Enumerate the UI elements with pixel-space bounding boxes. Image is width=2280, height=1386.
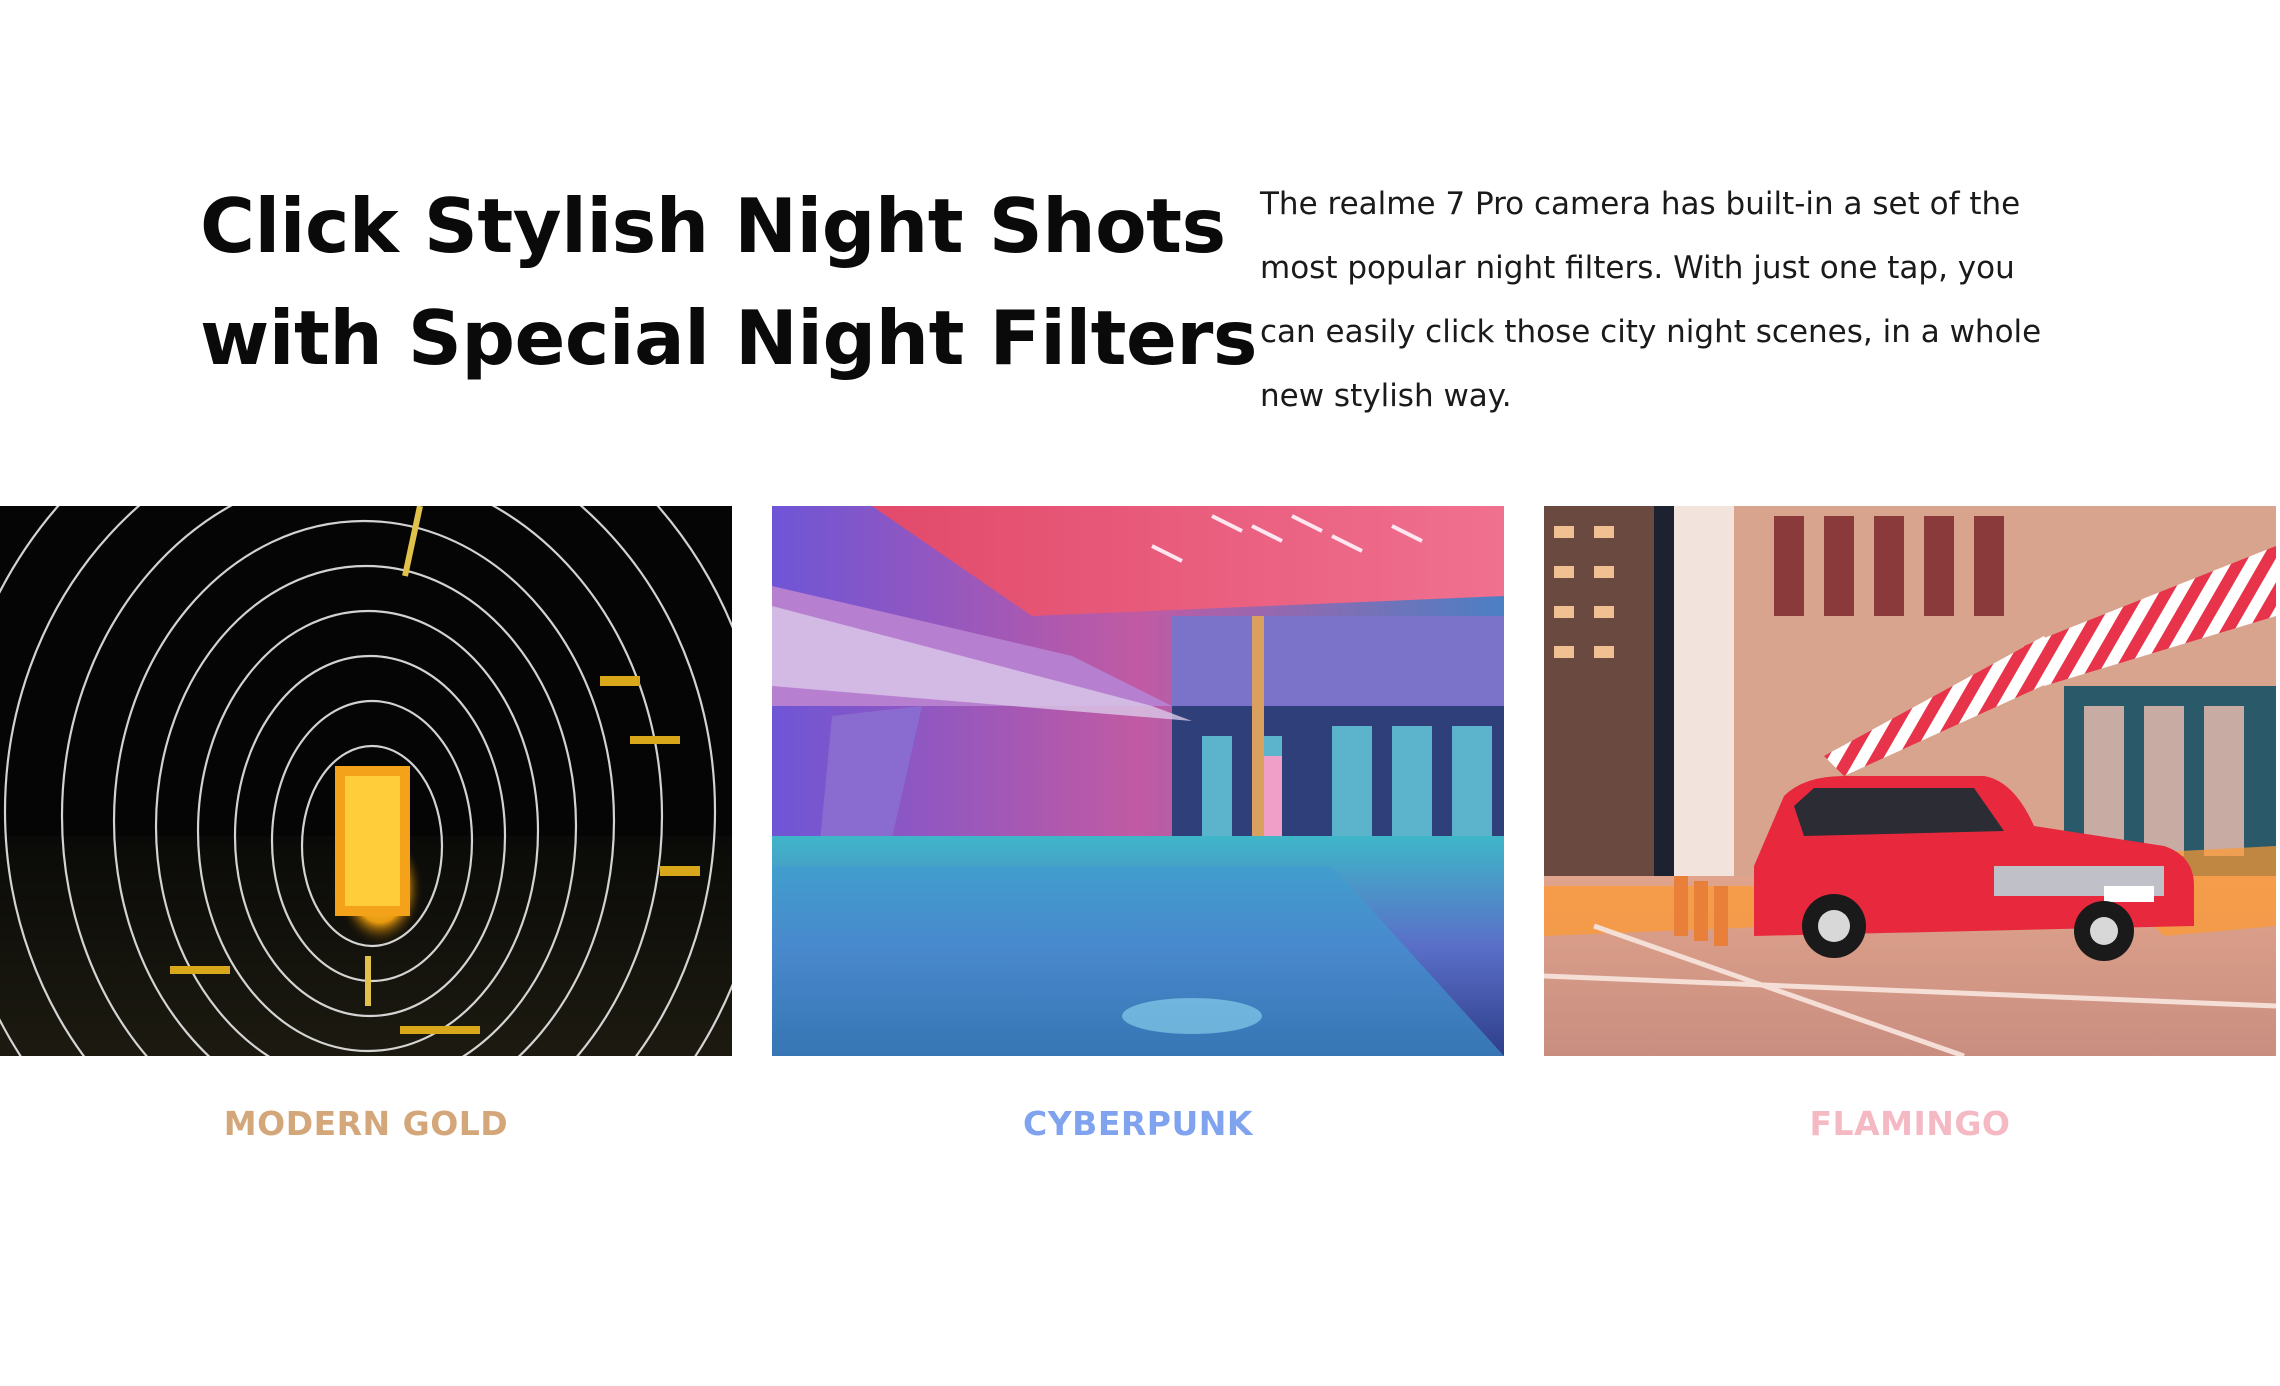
- night-filters-section: Click Stylish Night Shots with Special N…: [0, 0, 2280, 1386]
- filter-gallery: [0, 506, 2280, 1056]
- cyberpunk-photo: [772, 506, 1504, 1056]
- headline-line-1: Click Stylish Night Shots: [200, 182, 1226, 270]
- headline-line-2: with Special Night Filters: [200, 294, 1258, 382]
- modern-gold-photo: [0, 506, 732, 1056]
- filter-label-modern-gold: MODERN GOLD: [223, 1104, 509, 1143]
- filter-label-cyberpunk: CYBERPUNK: [1023, 1104, 1253, 1143]
- flamingo-photo: [1544, 506, 2276, 1056]
- section-description: The realme 7 Pro camera has built-in a s…: [1260, 186, 2042, 414]
- section-headline: Click Stylish Night Shots with Special N…: [200, 170, 1258, 394]
- filter-label-flamingo: FLAMINGO: [1809, 1104, 2011, 1143]
